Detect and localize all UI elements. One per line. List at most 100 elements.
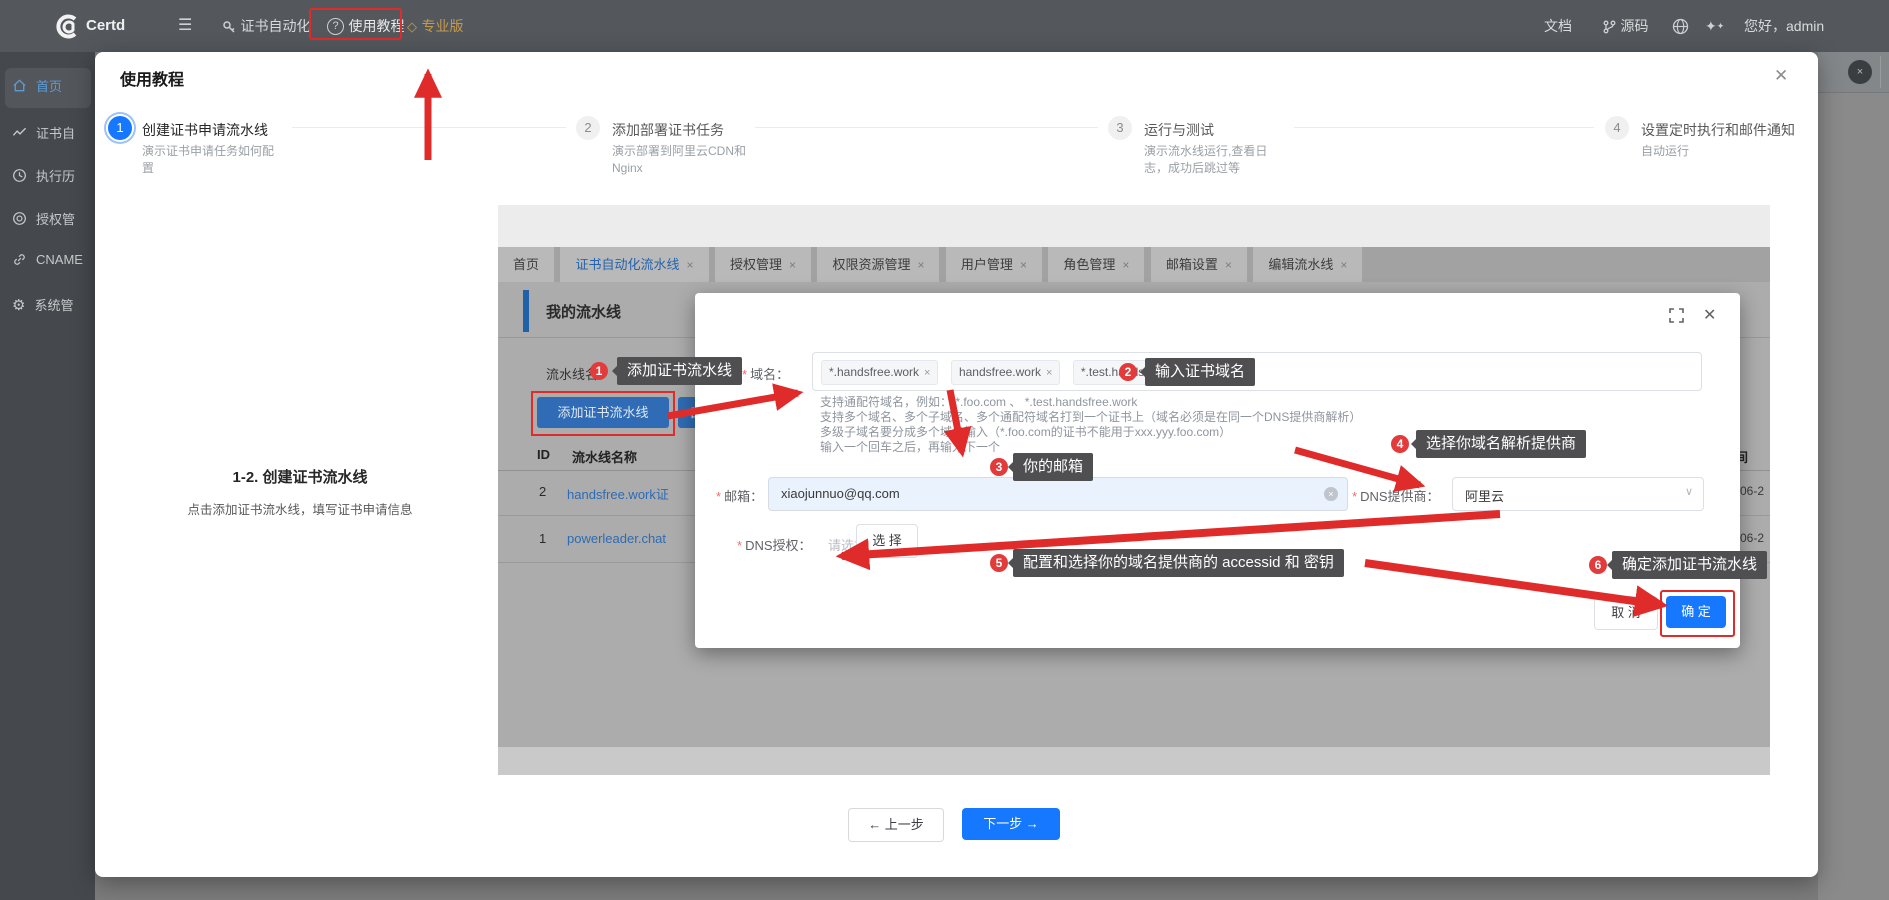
- tab-close-icon[interactable]: ×: [686, 258, 693, 272]
- step-connector: [1294, 127, 1594, 128]
- required-mark: *: [1352, 489, 1357, 504]
- chevron-down-icon: ∨: [1685, 485, 1693, 498]
- modal-close-icon[interactable]: ✕: [1774, 66, 1788, 86]
- tab-close-icon[interactable]: ×: [1340, 258, 1347, 272]
- nav-docs-link[interactable]: 文档: [1544, 0, 1572, 52]
- tab-close-icon[interactable]: ×: [917, 258, 924, 272]
- email-label: 邮箱：: [724, 489, 763, 504]
- sidebar-collapse-icon[interactable]: ☰: [178, 0, 192, 52]
- tag-text: handsfree.work: [959, 365, 1041, 379]
- target-icon: [12, 211, 27, 226]
- user-greeting[interactable]: 您好，admin: [1744, 0, 1824, 52]
- home-icon: [12, 78, 27, 93]
- row-time: 06-2: [1740, 531, 1764, 545]
- git-branch-icon: [1603, 20, 1616, 34]
- domain-tags-input[interactable]: *.handsfree.work× handsfree.work× *.test…: [812, 352, 1702, 391]
- dns-provider-label: DNS提供商：: [1360, 489, 1439, 504]
- tab-close-icon[interactable]: ×: [1020, 258, 1027, 272]
- sidebar-label: 执行历: [36, 166, 75, 185]
- key-icon: [222, 20, 236, 34]
- tab-close-icon[interactable]: ×: [1225, 258, 1232, 272]
- email-input[interactable]: xiaojunnuo@qq.com ×: [768, 477, 1348, 511]
- sidebar-label: 证书自: [36, 123, 75, 142]
- domain-tag: handsfree.work ×: [951, 360, 1060, 385]
- nav-item-pro[interactable]: ◇ 专业版: [407, 0, 463, 52]
- step-4-circle: 4: [1605, 116, 1629, 140]
- choose-auth-button[interactable]: 选 择: [856, 524, 918, 558]
- demo-tab-users[interactable]: 用户管理×: [946, 247, 1042, 282]
- tab-label: 邮箱设置: [1166, 257, 1218, 272]
- tag-close-icon[interactable]: ×: [924, 367, 930, 379]
- next-step-button[interactable]: 下一步 →: [962, 808, 1060, 840]
- step-3-label: 运行与测试: [1144, 120, 1214, 140]
- tooltip-4: 选择你域名解析提供商: [1416, 430, 1586, 458]
- badge-3: 3: [990, 458, 1008, 476]
- badge-2: 2: [1119, 363, 1137, 381]
- clear-input-icon[interactable]: ×: [1324, 487, 1338, 501]
- demo-tab-permission[interactable]: 权限资源管理×: [817, 247, 939, 282]
- domain-tip-line: 输入一个回车之后，再输入下一个: [820, 440, 1000, 456]
- sidebar-item-home[interactable]: 首页: [12, 76, 95, 95]
- sidebar-item-cert-automation[interactable]: 证书自: [12, 123, 95, 142]
- sidebar-label: CNAME: [36, 252, 83, 267]
- prev-step-button[interactable]: ← 上一步: [848, 808, 944, 842]
- fullscreen-icon[interactable]: [1669, 308, 1684, 323]
- row-id: 1: [539, 531, 546, 546]
- demo-tab-home[interactable]: 首页: [498, 247, 554, 282]
- demo-tab-cert-pipeline[interactable]: 证书自动化流水线×: [560, 247, 708, 282]
- certd-logo-icon: [54, 13, 81, 40]
- divider: [1880, 56, 1881, 88]
- nav-source-label: 源码: [1620, 18, 1648, 34]
- add-button-highlight-box: [531, 391, 675, 436]
- dimmed-right-area: ×: [1818, 52, 1889, 900]
- pipeline-link[interactable]: handsfree.work证: [567, 484, 669, 503]
- tooltip-3: 你的邮箱: [1013, 453, 1093, 481]
- sidebar-item-system[interactable]: ⚙ 系统管: [12, 295, 95, 314]
- sidebar-item-history[interactable]: 执行历: [12, 166, 95, 185]
- step-4-desc: 自动运行: [1641, 143, 1801, 160]
- badge-5: 5: [990, 554, 1008, 572]
- pipeline-link[interactable]: powerleader.chat: [567, 531, 666, 546]
- sparkles-icon[interactable]: ✦✦: [1705, 0, 1724, 52]
- demo-tab-auth[interactable]: 授权管理×: [715, 247, 811, 282]
- badge-4: 4: [1391, 435, 1409, 453]
- clock-icon: [12, 168, 27, 183]
- demo-footer-strip: [498, 747, 1770, 775]
- demo-tab-edit-pipeline[interactable]: 编辑流水线 ×: [1253, 247, 1362, 282]
- sidebar-item-cname[interactable]: CNAME: [12, 252, 95, 267]
- nav-item-cert-automation[interactable]: 证书自动化: [222, 0, 310, 52]
- nav-source-link[interactable]: 源码: [1603, 0, 1648, 52]
- sparkle-glyph-small: ✦: [1717, 21, 1725, 31]
- nav-pro-label: 专业版: [421, 18, 463, 34]
- cancel-button[interactable]: 取 消: [1594, 596, 1658, 630]
- dns-provider-select[interactable]: 阿里云 ∨: [1452, 477, 1704, 511]
- row-id: 2: [539, 484, 546, 499]
- close-all-tabs-icon[interactable]: ×: [1848, 60, 1872, 84]
- line-chart-icon: [12, 125, 27, 140]
- sidebar-label: 授权管: [36, 209, 75, 228]
- nav-cert-label: 证书自动化: [240, 18, 310, 34]
- tag-close-icon[interactable]: ×: [1046, 367, 1052, 379]
- domain-label: 域名：: [750, 367, 789, 382]
- badge-1: 1: [590, 362, 608, 380]
- demo-tab-email[interactable]: 邮箱设置 ×: [1151, 247, 1247, 282]
- step-connector: [292, 127, 566, 128]
- tab-close-icon[interactable]: ×: [1122, 258, 1129, 272]
- globe-icon[interactable]: [1672, 18, 1689, 35]
- step-2-circle: 2: [576, 116, 600, 140]
- domain-tip-line: 支持通配符域名，例如： *.foo.com 、 *.test.handsfree…: [820, 395, 1137, 411]
- panel-title: 我的流水线: [546, 301, 621, 322]
- step-1-desc: 演示证书申请任务如何配置: [142, 143, 284, 177]
- tab-label: 首页: [513, 257, 539, 272]
- tab-close-icon[interactable]: ×: [789, 258, 796, 272]
- dialog-close-icon[interactable]: ✕: [1703, 305, 1716, 325]
- required-mark: *: [737, 538, 742, 553]
- step-2-label: 添加部署证书任务: [612, 120, 724, 140]
- tooltip-6: 确定添加证书流水线: [1612, 551, 1767, 579]
- step-1-circle: 1: [108, 116, 132, 140]
- dns-provider-value: 阿里云: [1465, 486, 1504, 505]
- demo-tab-roles[interactable]: 角色管理×: [1048, 247, 1144, 282]
- sidebar-item-authorization[interactable]: 授权管: [12, 209, 95, 228]
- tab-label: 编辑流水线: [1268, 257, 1333, 272]
- tag-text: *.handsfree.work: [829, 365, 919, 379]
